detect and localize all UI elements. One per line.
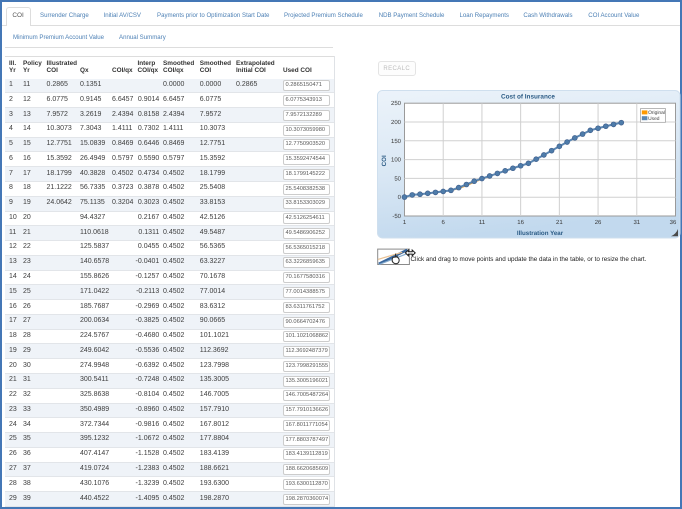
svg-text:250: 250 <box>391 100 402 107</box>
svg-text:16: 16 <box>517 219 524 226</box>
svg-text:Illustration Year: Illustration Year <box>517 230 564 237</box>
svg-text:-50: -50 <box>392 213 401 220</box>
svg-text:50: 50 <box>394 175 401 182</box>
svg-text:Cost of Insurance: Cost of Insurance <box>501 94 555 101</box>
svg-text:150: 150 <box>391 138 402 145</box>
svg-text:11: 11 <box>479 219 486 226</box>
svg-text:26: 26 <box>595 219 602 226</box>
svg-text:COI: COI <box>381 155 388 166</box>
svg-text:100: 100 <box>391 157 402 164</box>
svg-text:36: 36 <box>670 219 677 226</box>
svg-text:200: 200 <box>391 119 402 126</box>
svg-text:31: 31 <box>633 219 640 226</box>
svg-text:21: 21 <box>556 219 563 226</box>
svg-text:Original: Original <box>648 110 665 116</box>
svg-text:Used: Used <box>648 116 660 122</box>
